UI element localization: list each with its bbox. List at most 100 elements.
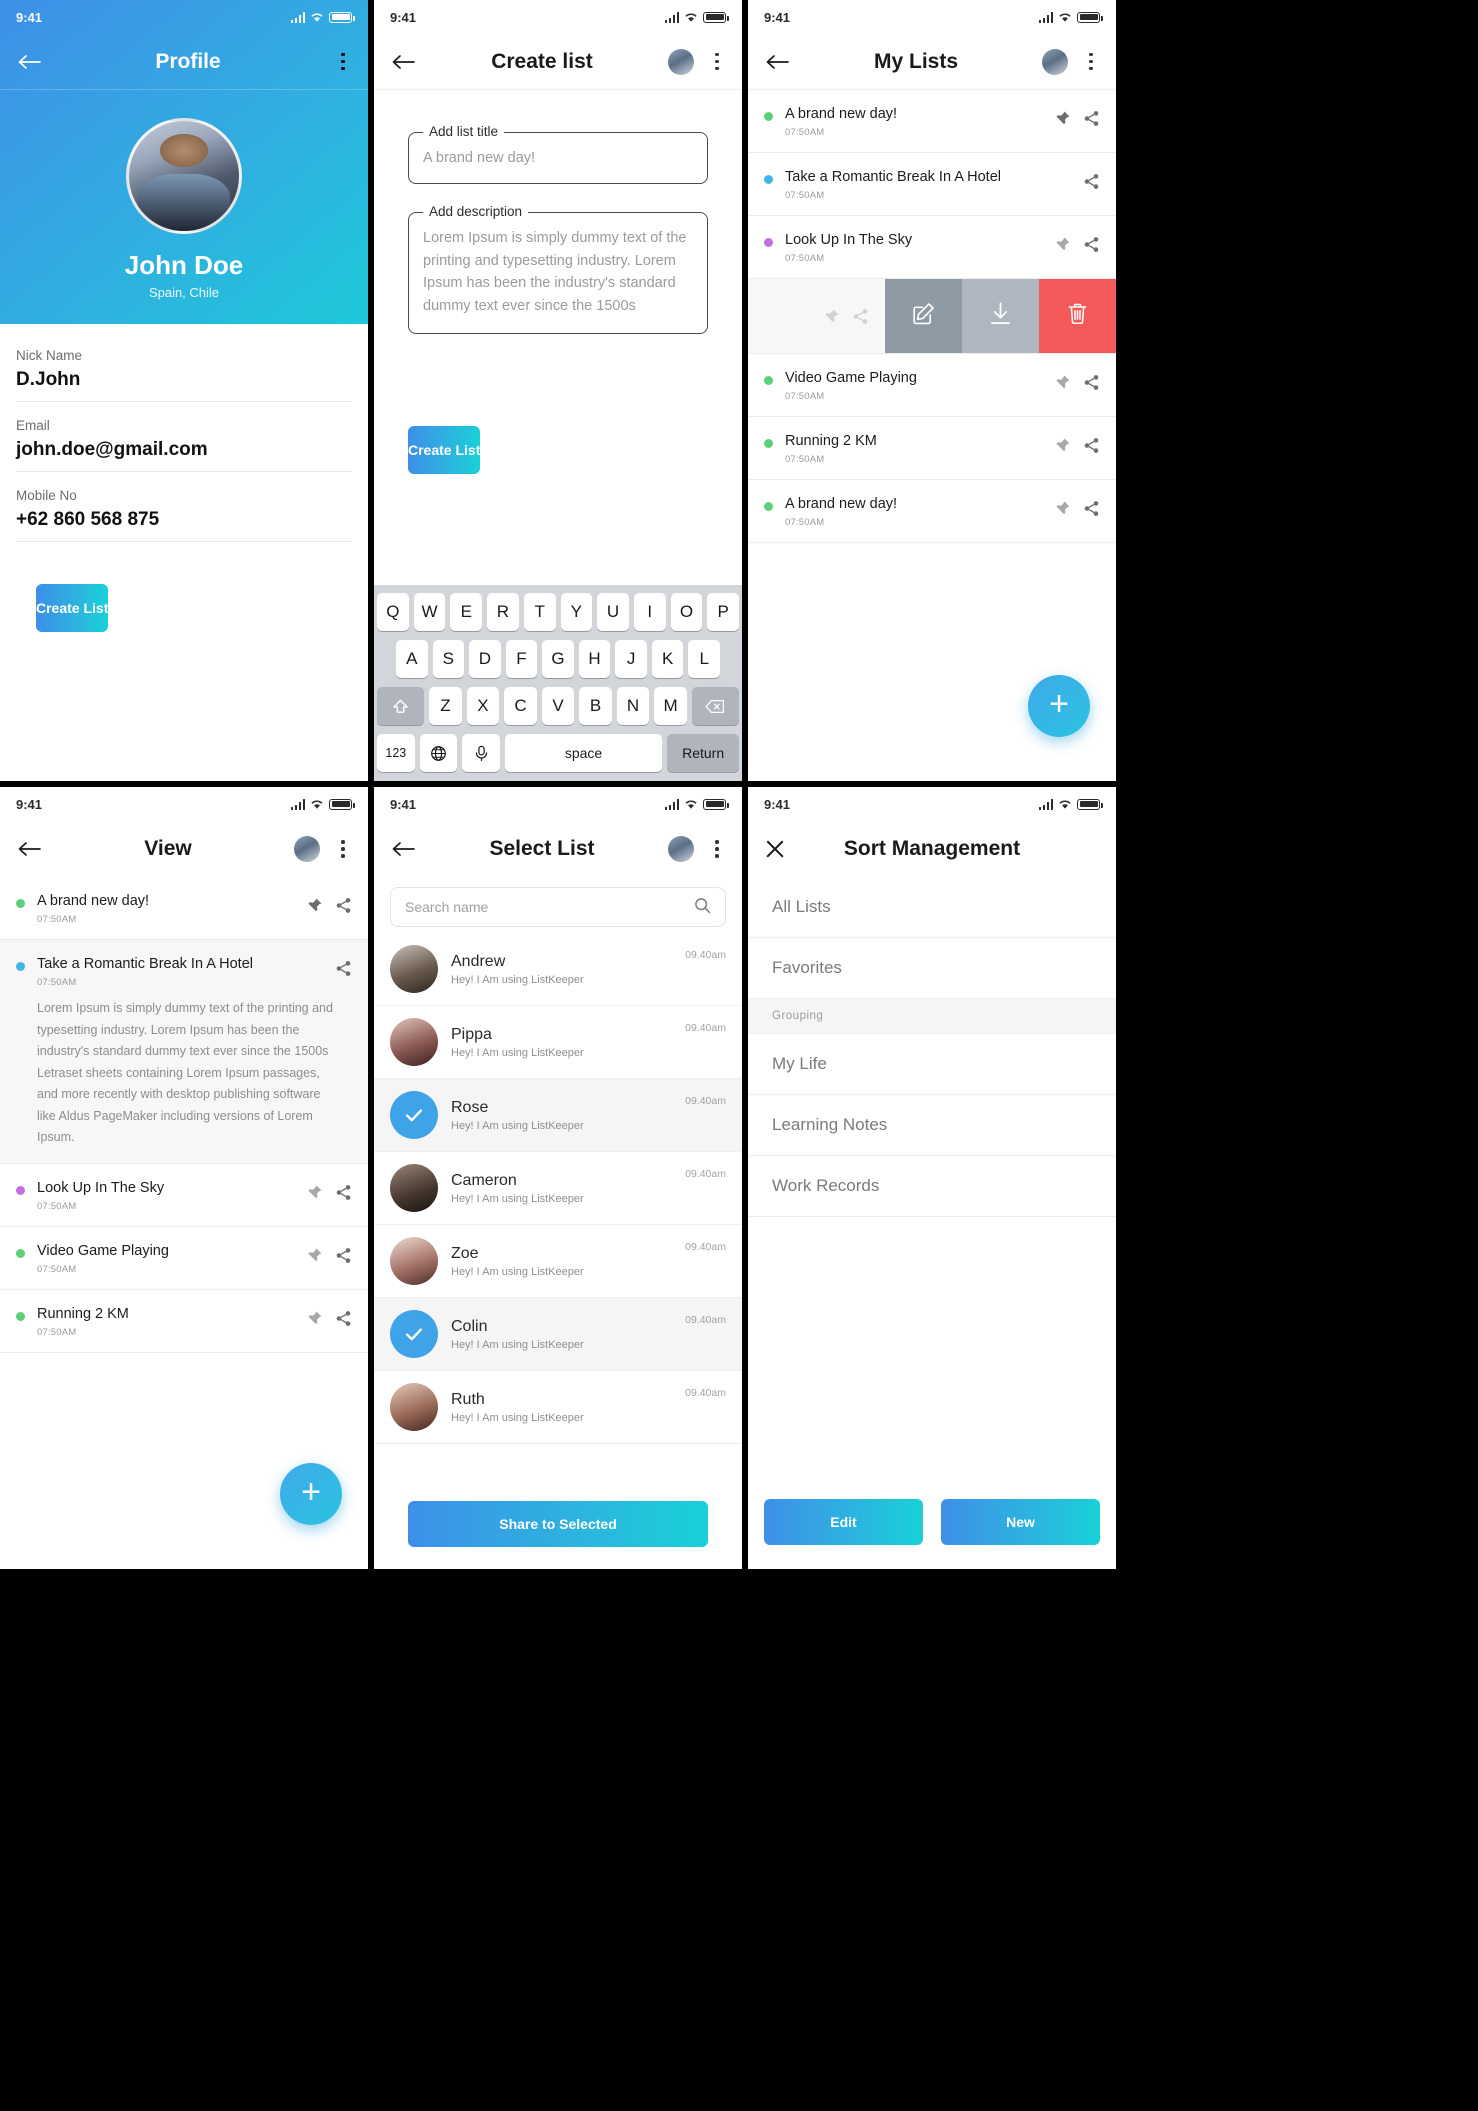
share-icon[interactable] — [1083, 374, 1100, 391]
contact-row[interactable]: Ruth Hey! I Am using ListKeeper 09.40am — [374, 1371, 742, 1444]
key-q[interactable]: Q — [376, 593, 409, 631]
key-r[interactable]: R — [487, 593, 519, 631]
key-m[interactable]: M — [654, 687, 687, 725]
list-description-input[interactable]: Add description Lorem Ipsum is simply du… — [408, 204, 708, 335]
back-arrow-icon[interactable] — [390, 840, 416, 858]
key-y[interactable]: Y — [560, 593, 593, 631]
back-arrow-icon[interactable] — [390, 53, 416, 71]
backspace-icon[interactable] — [691, 687, 740, 725]
list-item[interactable]: A brand new day! 07:50AM — [748, 90, 1116, 153]
field-mobile[interactable]: Mobile No +62 860 568 875 — [16, 472, 352, 542]
contact-row-selected[interactable]: Rose Hey! I Am using ListKeeper 09.40am — [374, 1079, 742, 1152]
share-icon[interactable] — [1083, 173, 1100, 190]
back-arrow-icon[interactable] — [16, 53, 42, 71]
share-icon[interactable] — [335, 1310, 352, 1327]
edit-button[interactable]: Edit — [764, 1499, 923, 1545]
kebab-menu-icon[interactable] — [334, 52, 352, 71]
pin-icon[interactable] — [306, 1310, 323, 1327]
share-icon[interactable] — [335, 1247, 352, 1264]
key-s[interactable]: S — [432, 640, 465, 678]
kebab-menu-icon[interactable] — [1082, 52, 1100, 71]
share-icon[interactable] — [852, 308, 869, 325]
contact-row-selected[interactable]: Colin Hey! I Am using ListKeeper 09.40am — [374, 1298, 742, 1371]
new-button[interactable]: New — [941, 1499, 1100, 1545]
list-item[interactable]: Video Game Playing 07:50AM — [748, 354, 1116, 417]
add-list-fab[interactable]: + — [280, 1463, 342, 1525]
key-e[interactable]: E — [450, 593, 483, 631]
pin-icon[interactable] — [1054, 374, 1071, 391]
user-avatar[interactable] — [668, 836, 694, 862]
numbers-key[interactable]: 123 — [377, 734, 415, 772]
share-icon[interactable] — [335, 1184, 352, 1201]
pin-icon[interactable] — [306, 1184, 323, 1201]
key-k[interactable]: K — [651, 640, 684, 678]
list-item[interactable]: Running 2 KM 07:50AM — [748, 417, 1116, 480]
share-icon[interactable] — [1083, 110, 1100, 127]
share-icon[interactable] — [335, 960, 352, 977]
sort-row-all-lists[interactable]: All Lists — [748, 877, 1116, 938]
list-item[interactable]: A brand new day! 07:50AM — [0, 877, 368, 940]
kebab-menu-icon[interactable] — [708, 840, 726, 858]
share-icon[interactable] — [1083, 437, 1100, 454]
list-item[interactable]: Running 2 KM 07:50AM — [0, 1289, 368, 1353]
sort-row-my-life[interactable]: My Life — [748, 1034, 1116, 1095]
contact-row[interactable]: Zoe Hey! I Am using ListKeeper 09.40am — [374, 1225, 742, 1298]
pin-icon[interactable] — [1054, 110, 1071, 127]
sort-row-learning-notes[interactable]: Learning Notes — [748, 1095, 1116, 1156]
key-a[interactable]: A — [395, 640, 428, 678]
pin-icon[interactable] — [1054, 236, 1071, 253]
create-list-submit-button[interactable]: Create List — [408, 426, 481, 475]
list-item-expanded[interactable]: Take a Romantic Break In A Hotel 07:50AM… — [0, 940, 368, 1164]
key-f[interactable]: F — [505, 640, 538, 678]
back-arrow-icon[interactable] — [764, 53, 790, 71]
microphone-icon[interactable] — [462, 734, 500, 772]
list-item[interactable]: Video Game Playing 07:50AM — [0, 1226, 368, 1290]
pin-icon[interactable] — [306, 1247, 323, 1264]
key-h[interactable]: H — [578, 640, 611, 678]
kebab-menu-icon[interactable] — [708, 52, 726, 71]
return-key[interactable]: Return — [667, 734, 739, 772]
key-c[interactable]: C — [504, 687, 537, 725]
user-avatar[interactable] — [668, 48, 694, 75]
pin-icon[interactable] — [306, 897, 323, 914]
swipe-delete-button[interactable] — [1039, 279, 1116, 353]
list-item[interactable]: Look Up In The Sky 07:50AM — [0, 1163, 368, 1227]
share-icon[interactable] — [335, 897, 352, 914]
create-list-button[interactable]: Create List — [36, 584, 109, 632]
key-v[interactable]: V — [541, 687, 575, 725]
swipe-edit-button[interactable] — [885, 279, 962, 353]
contact-row[interactable]: Cameron Hey! I Am using ListKeeper 09.40… — [374, 1152, 742, 1225]
shift-icon[interactable] — [376, 687, 425, 725]
swipe-download-button[interactable] — [962, 279, 1039, 353]
add-list-fab[interactable]: + — [1028, 675, 1090, 737]
list-title-input[interactable]: Add list title A brand new day! — [408, 124, 708, 185]
field-email[interactable]: Email john.doe@gmail.com — [16, 402, 352, 472]
key-w[interactable]: W — [413, 593, 446, 631]
key-u[interactable]: U — [597, 593, 629, 631]
list-item[interactable]: A brand new day! 07:50AM — [748, 480, 1116, 543]
key-o[interactable]: O — [670, 593, 703, 631]
contact-row[interactable]: Andrew Hey! I Am using ListKeeper 09.40a… — [374, 933, 742, 1006]
close-x-icon[interactable] — [764, 838, 786, 860]
sort-row-favorites[interactable]: Favorites — [748, 938, 1116, 999]
key-j[interactable]: J — [615, 640, 647, 678]
user-avatar[interactable] — [1042, 48, 1068, 75]
search-icon[interactable] — [694, 897, 711, 917]
list-item[interactable]: Take a Romantic Break In A Hotel 07:50AM — [748, 153, 1116, 216]
sort-row-work-records[interactable]: Work Records — [748, 1156, 1116, 1217]
key-d[interactable]: D — [469, 640, 501, 678]
search-input[interactable]: Search name — [390, 887, 726, 927]
contact-row[interactable]: Pippa Hey! I Am using ListKeeper 09.40am — [374, 1006, 742, 1079]
key-i[interactable]: I — [633, 593, 666, 631]
key-p[interactable]: P — [707, 593, 740, 631]
share-icon[interactable] — [1083, 500, 1100, 517]
pin-icon[interactable] — [1054, 500, 1071, 517]
share-icon[interactable] — [1083, 236, 1100, 253]
key-n[interactable]: N — [616, 687, 650, 725]
globe-icon[interactable] — [419, 734, 458, 772]
pin-icon[interactable] — [823, 308, 840, 325]
key-g[interactable]: G — [542, 640, 574, 678]
user-avatar[interactable] — [294, 836, 320, 862]
key-l[interactable]: L — [688, 640, 721, 678]
key-x[interactable]: X — [466, 687, 500, 725]
